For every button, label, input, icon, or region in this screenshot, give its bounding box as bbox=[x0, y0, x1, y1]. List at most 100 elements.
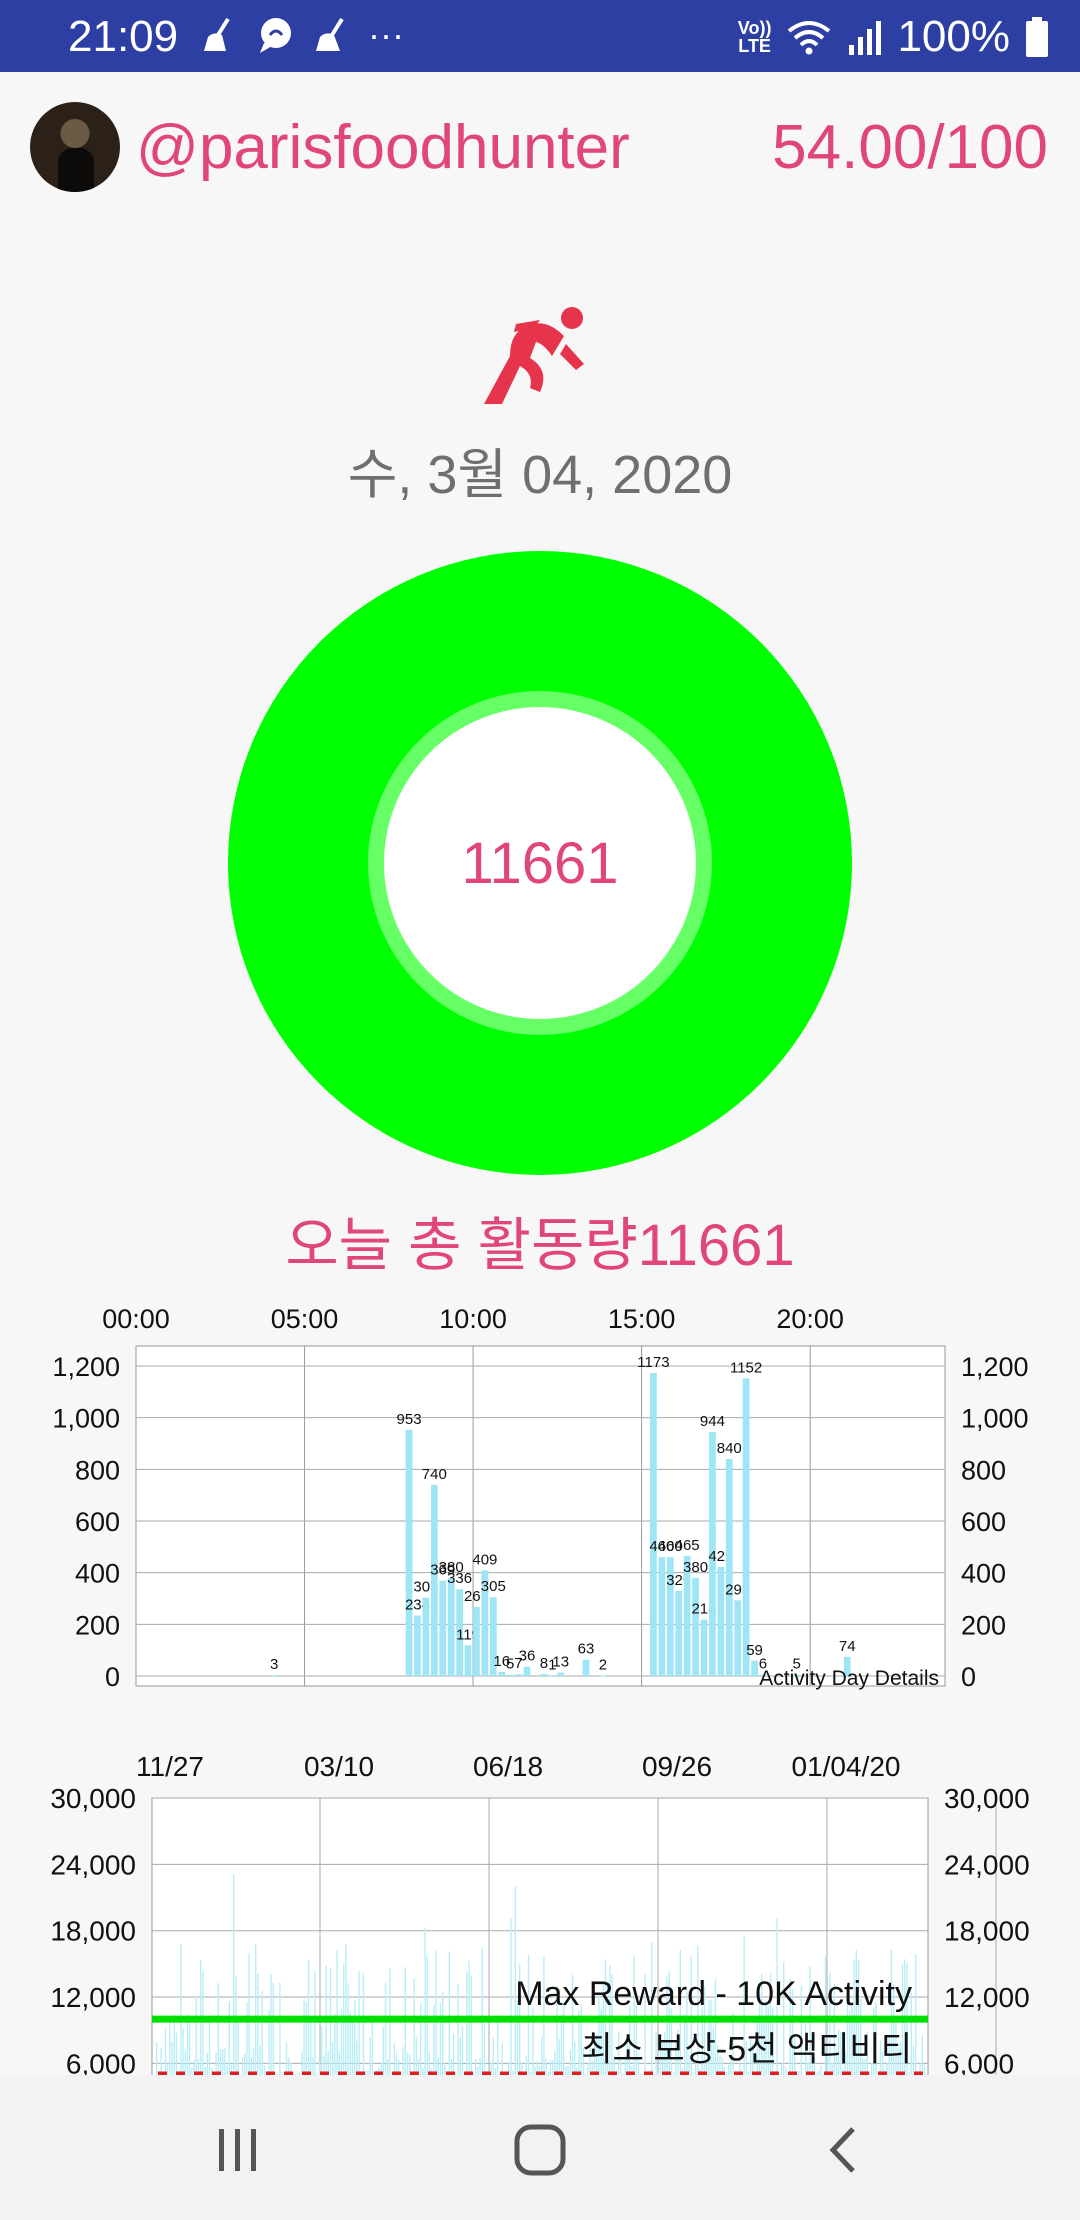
signal-icon bbox=[849, 21, 882, 55]
chart1-data-label: 953 bbox=[397, 1411, 422, 1428]
chart1-bar bbox=[498, 1671, 506, 1676]
chart2-bar bbox=[303, 1998, 305, 2080]
chart2-x-tick: 01/04/20 bbox=[792, 1751, 901, 1782]
chart1-data-label: 840 bbox=[717, 1440, 742, 1457]
status-bar: 21:09 ··· Vo)) LTE 100% bbox=[0, 0, 1080, 72]
chart1-bar bbox=[599, 1675, 607, 1677]
chart2-bar bbox=[208, 2017, 211, 2080]
chart2-bar bbox=[173, 2014, 175, 2080]
chart1-bar bbox=[675, 1591, 683, 1676]
chart2-min-reward-label: 최소 보상-5천 액티비티 bbox=[581, 2030, 912, 2068]
chart2-bar bbox=[195, 1995, 197, 2080]
chart1-bar bbox=[734, 1600, 742, 1676]
system-icons: Vo)) LTE 100% bbox=[738, 12, 1050, 62]
navigation-bar bbox=[0, 2075, 1080, 2220]
chart2-bar bbox=[470, 1975, 472, 2080]
chart1-data-label: 740 bbox=[422, 1466, 447, 1483]
chart1-data-label: 336 bbox=[447, 1570, 472, 1587]
chart1-bar bbox=[270, 1675, 278, 1677]
chart2-bar bbox=[186, 2014, 189, 2080]
broom-icon bbox=[204, 17, 230, 51]
today-total-label: 오늘 총 활동량11661 bbox=[285, 1213, 795, 1278]
chart2-bar bbox=[235, 1976, 237, 2080]
chart1-bar bbox=[717, 1566, 725, 1676]
chart2-bar bbox=[228, 2001, 230, 2080]
chart1-x-tick: 00:00 bbox=[102, 1304, 170, 1334]
back-icon bbox=[829, 2127, 855, 2173]
chart1-data-label: 1152 bbox=[730, 1359, 762, 1376]
chart2-bar bbox=[345, 1944, 347, 2080]
chart2-bar bbox=[261, 1990, 263, 2080]
chart2-bar bbox=[305, 2002, 307, 2080]
chart2-bar bbox=[246, 2002, 248, 2080]
chart1-bar bbox=[430, 1484, 438, 1676]
back-button[interactable] bbox=[803, 2115, 883, 2185]
chart2-bar bbox=[169, 2017, 171, 2080]
activity-day-chart: 00:00 05:00 10:00 15:00 20:00 1,200 1,200 1,000… bbox=[52, 1304, 1028, 1692]
chart1-data-label: 944 bbox=[700, 1413, 725, 1430]
chart2-bar bbox=[189, 2021, 191, 2080]
chart1-data-label: 74 bbox=[839, 1638, 856, 1655]
chart1-data-label: 5 bbox=[506, 1656, 514, 1673]
date-label: 수, 3월 04, 2020 bbox=[347, 445, 733, 505]
home-button[interactable] bbox=[500, 2115, 580, 2185]
chart2-bar bbox=[237, 2020, 239, 2080]
chart2-bar bbox=[560, 2014, 563, 2080]
chart2-bar bbox=[334, 2013, 336, 2080]
chart1-bar bbox=[725, 1459, 733, 1676]
chart2-x-tick: 09/26 bbox=[642, 1751, 712, 1782]
activity-history-chart: 11/27 03/10 06/18 09/26 01/04/20 30,000 30,000… bbox=[50, 1751, 1030, 2080]
username[interactable]: @parisfoodhunter bbox=[136, 112, 630, 183]
battery-percent: 100% bbox=[897, 12, 1010, 61]
chart1-data-label: 380 bbox=[683, 1559, 708, 1576]
chart1-y-tick-right: 400 bbox=[961, 1559, 1006, 1589]
chart2-bar bbox=[442, 1991, 444, 2080]
chat-bubble-icon bbox=[260, 18, 291, 53]
status-time: 21:09 bbox=[68, 12, 179, 61]
notification-icons: ··· bbox=[200, 14, 404, 56]
chart2-bar bbox=[389, 1968, 391, 2080]
chart2-bar bbox=[310, 2020, 312, 2080]
chart1-data-label: 63 bbox=[578, 1641, 595, 1658]
chart2-y-tick-right: 12,000 bbox=[944, 1982, 1030, 2013]
avatar[interactable] bbox=[30, 102, 120, 192]
score: 54.00/100 bbox=[772, 113, 1048, 182]
chart2-bar bbox=[358, 1971, 360, 2080]
chart1-bar bbox=[422, 1597, 430, 1676]
chart2-bar bbox=[202, 1970, 204, 2080]
broom-icon-2 bbox=[316, 17, 344, 51]
recents-button[interactable] bbox=[198, 2115, 278, 2185]
chart2-bar bbox=[439, 2002, 442, 2080]
chart2-y-tick-left: 24,000 bbox=[50, 1849, 136, 1880]
chart2-x-tick: 06/18 bbox=[473, 1751, 543, 1782]
chart1-data-label: 2 bbox=[599, 1656, 607, 1673]
volte-icon: Vo)) LTE bbox=[737, 18, 772, 56]
chart2-bar bbox=[369, 2037, 371, 2080]
chart2-bar bbox=[272, 1982, 274, 2080]
chart2-bar bbox=[413, 1978, 415, 2080]
chart2-bar bbox=[351, 2018, 354, 2080]
chart1-bar bbox=[464, 1645, 472, 1676]
chart1-bar bbox=[414, 1615, 421, 1676]
chart1-bar bbox=[439, 1580, 447, 1676]
chart1-bar bbox=[742, 1378, 750, 1676]
chart2-bar bbox=[420, 2003, 422, 2080]
chart1-bar bbox=[540, 1673, 548, 1676]
chart2-bar bbox=[180, 1944, 182, 2080]
battery-icon bbox=[1026, 17, 1048, 57]
chart2-bar bbox=[461, 2025, 464, 2080]
chart2-y-tick-left: 30,000 bbox=[50, 1783, 136, 1814]
chart2-bar bbox=[424, 1927, 426, 2080]
chart1-data-label: 1173 bbox=[637, 1354, 669, 1371]
chart1-bar bbox=[700, 1619, 708, 1676]
chart2-bar bbox=[459, 2037, 461, 2080]
chart2-y-tick-left: 12,000 bbox=[50, 1982, 136, 2013]
home-icon bbox=[514, 2124, 566, 2176]
chart1-bar bbox=[650, 1372, 657, 1676]
chart2-bar bbox=[371, 2017, 373, 2080]
chart1-bar bbox=[447, 1577, 455, 1676]
chart2-x-tick: 11/27 bbox=[136, 1751, 204, 1782]
runner-icon bbox=[484, 307, 584, 404]
chart1-data-label: 13 bbox=[552, 1654, 569, 1671]
chart2-bar bbox=[404, 1966, 406, 2080]
